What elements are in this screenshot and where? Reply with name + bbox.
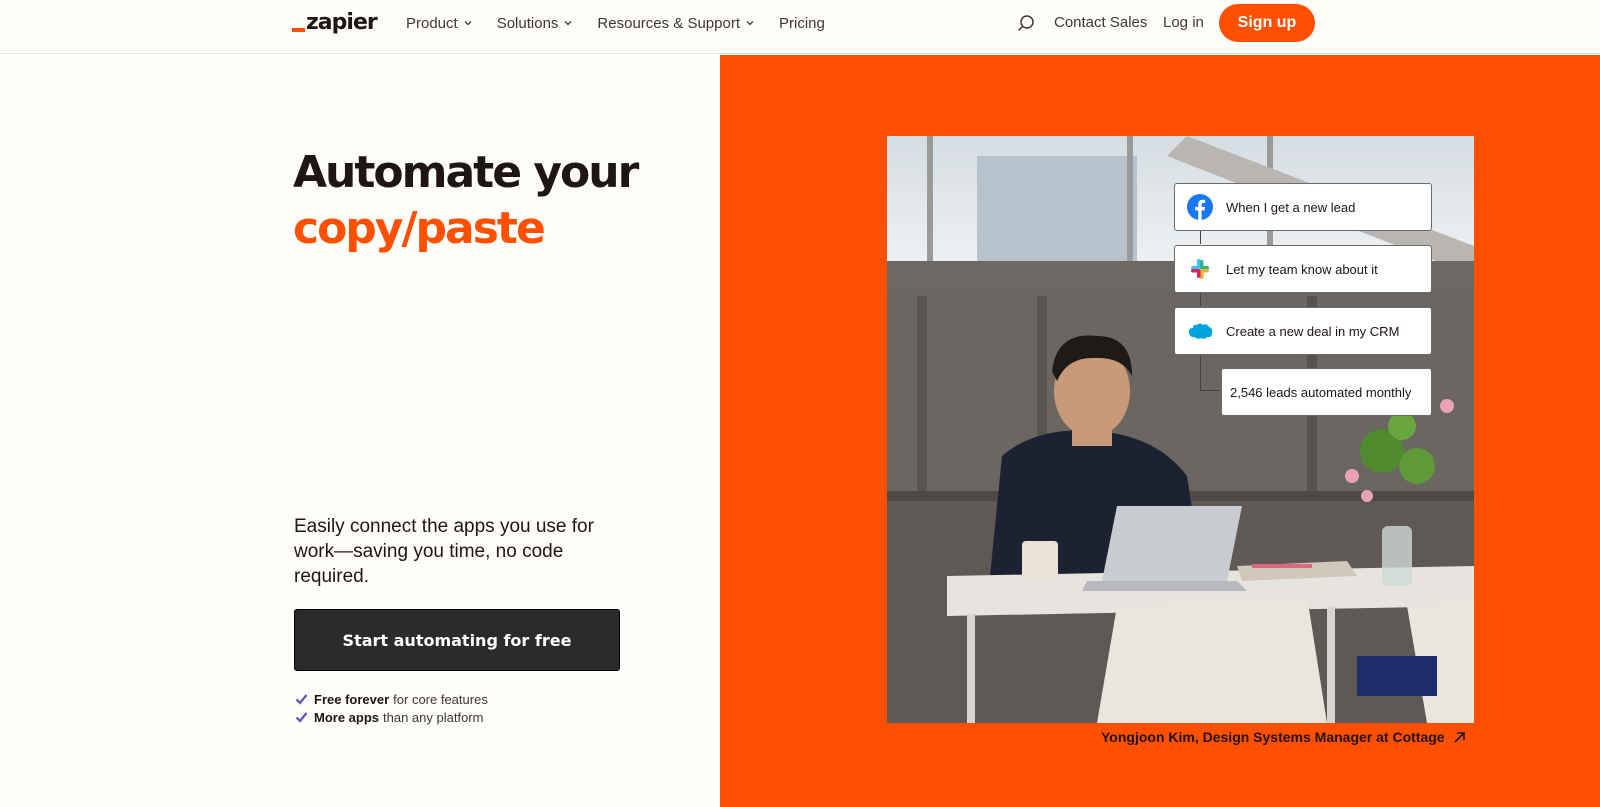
nav-item-label: Product xyxy=(406,14,458,32)
login-link[interactable]: Log in xyxy=(1163,14,1204,31)
start-automating-button[interactable]: Start automating for free xyxy=(294,609,620,671)
nav-item-resources[interactable]: Resources & Support xyxy=(597,15,755,32)
hero-title-line1: Automate your xyxy=(293,147,639,198)
workflow-result-card: 2,546 leads automated monthly xyxy=(1221,368,1432,416)
contact-sales-link[interactable]: Contact Sales xyxy=(1054,14,1147,31)
nav-item-solutions[interactable]: Solutions xyxy=(497,15,574,32)
nav-item-label: Pricing xyxy=(779,14,825,32)
hero-title-highlight: copy/paste xyxy=(293,203,546,254)
logo-underscore xyxy=(292,28,305,32)
logo-wordmark: zapier xyxy=(306,10,378,35)
perk-bold: More apps xyxy=(314,710,380,725)
perk-item: More apps than any platform xyxy=(295,710,483,725)
nav-item-pricing[interactable]: Pricing xyxy=(779,15,825,32)
zapier-logo[interactable]: zapier xyxy=(292,9,378,37)
workflow-step-card: When I get a new lead xyxy=(1174,183,1432,231)
chevron-down-icon xyxy=(464,21,472,26)
nav-item-label: Solutions xyxy=(496,14,559,32)
perk-text: than any platform xyxy=(383,710,484,725)
chevron-down-icon xyxy=(746,21,754,26)
workflow-connector xyxy=(1200,230,1201,244)
facebook-icon xyxy=(1187,194,1213,220)
workflow-step-label: Create a new deal in my CRM xyxy=(1226,323,1400,339)
nav-item-product[interactable]: Product xyxy=(406,15,473,32)
nav-item-label: Resources & Support xyxy=(597,14,740,32)
hero-subtitle: Easily connect the apps you use for work… xyxy=(294,516,594,587)
checkmark-icon xyxy=(295,712,308,723)
workflow-result-label: 2,546 leads automated monthly xyxy=(1230,384,1412,400)
perk-bold: Free forever xyxy=(314,692,390,707)
perk-item: Free forever for core features xyxy=(295,692,488,707)
caption-text: Yongjoon Kim, Design Systems Manager at … xyxy=(1101,729,1445,745)
arrow-up-right-icon xyxy=(1454,731,1465,743)
workflow-connector xyxy=(1200,390,1220,391)
chevron-down-icon xyxy=(564,21,572,26)
workflow-connector xyxy=(1200,292,1201,306)
checkmark-icon xyxy=(295,694,308,705)
workflow-step-label: When I get a new lead xyxy=(1226,199,1356,215)
hero-photo: When I get a new lead Let my team know a… xyxy=(887,136,1474,723)
workflow-connector xyxy=(1200,354,1201,390)
main-nav: Product Solutions Resources & Support Pr… xyxy=(406,0,849,46)
workflow-step-card: Create a new deal in my CRM xyxy=(1174,307,1432,355)
hero-title: Automate your copy/paste xyxy=(293,145,639,257)
photo-caption-link[interactable]: Yongjoon Kim, Design Systems Manager at … xyxy=(1101,729,1466,745)
site-header: zapier Product Solutions Resources & Sup… xyxy=(0,0,1600,54)
signup-button[interactable]: Sign up xyxy=(1219,4,1315,42)
perk-text: for core features xyxy=(393,692,488,707)
salesforce-icon xyxy=(1188,323,1213,339)
search-icon[interactable] xyxy=(1016,13,1036,33)
workflow-step-label: Let my team know about it xyxy=(1226,261,1378,277)
workflow-step-card: Let my team know about it xyxy=(1174,245,1432,293)
slack-icon xyxy=(1191,259,1209,279)
